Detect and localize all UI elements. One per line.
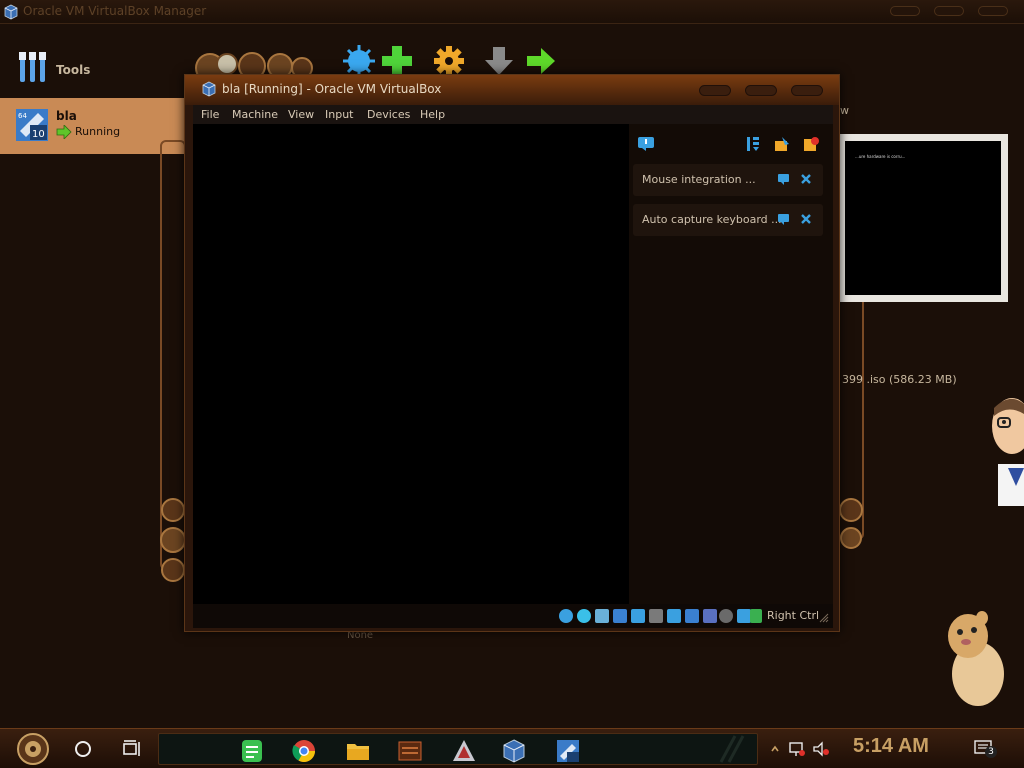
virtualization-icon[interactable] xyxy=(703,609,717,623)
menu-view[interactable]: View xyxy=(288,108,314,121)
cartoon-character-decoration xyxy=(992,398,1024,506)
help-icon[interactable] xyxy=(777,212,791,226)
keyboard-capture-icon[interactable] xyxy=(750,609,762,623)
new-star-icon[interactable] xyxy=(342,44,376,78)
tools-label: Tools xyxy=(56,63,91,77)
shared-folders-icon[interactable] xyxy=(649,609,663,623)
tray-chevron-icon[interactable] xyxy=(770,743,780,755)
chrome-icon[interactable] xyxy=(289,737,319,765)
keep-finished-icon[interactable] xyxy=(774,136,790,152)
vm-minimize-button[interactable] xyxy=(699,85,731,96)
tools-icon xyxy=(19,52,46,82)
clock[interactable]: 5:14 AM xyxy=(853,735,929,758)
mouse-integration-icon[interactable] xyxy=(737,609,751,623)
vm-maximize-button[interactable] xyxy=(745,85,777,96)
taskbar-ornament xyxy=(719,735,745,763)
file-explorer-icon[interactable] xyxy=(343,737,373,765)
app-shortcut-icon[interactable] xyxy=(395,737,425,765)
menu-input[interactable]: Input xyxy=(325,108,353,121)
search-circle-icon[interactable] xyxy=(72,738,94,760)
gear-decoration-right xyxy=(839,498,863,549)
vm-menubar: File Machine View Input Devices Help xyxy=(193,105,833,124)
notification-text: Mouse integration ... xyxy=(642,173,756,186)
vm-statusbar: Right Ctrl xyxy=(193,604,833,628)
start-button[interactable] xyxy=(12,732,54,766)
menu-machine[interactable]: Machine xyxy=(232,108,278,121)
notification-toolbar xyxy=(629,124,833,164)
volume-muted-icon[interactable] xyxy=(812,741,830,757)
sort-icon[interactable] xyxy=(745,136,761,152)
add-icon[interactable] xyxy=(380,44,414,78)
help-icon[interactable] xyxy=(777,172,791,186)
network-icon[interactable] xyxy=(613,609,627,623)
notification-mouse-integration: Mouse integration ... xyxy=(633,164,823,196)
cpu-icon[interactable] xyxy=(719,609,733,623)
manager-titlebar: Oracle VM VirtualBox Manager xyxy=(0,0,1024,24)
hamster-decoration xyxy=(948,611,1004,706)
recording-icon[interactable] xyxy=(685,609,699,623)
host-key-label[interactable]: Right Ctrl xyxy=(767,609,819,622)
preview-screen-text: ...ure hardware is corru... xyxy=(855,154,906,159)
optical-drive-icon[interactable] xyxy=(577,609,591,623)
audio-icon[interactable] xyxy=(595,609,609,623)
vm-close-button[interactable] xyxy=(791,85,823,96)
menu-help[interactable]: Help xyxy=(420,108,445,121)
svg-text:64: 64 xyxy=(18,112,27,120)
library-app-icon[interactable] xyxy=(449,737,479,765)
manager-toolbar xyxy=(340,44,570,78)
task-view-icon[interactable] xyxy=(120,738,142,760)
vm-display[interactable] xyxy=(193,124,629,604)
manager-minimize-button[interactable] xyxy=(890,6,920,16)
vm-list-item[interactable]: 64 10 bla Running xyxy=(0,98,184,154)
preview-screen: ...ure hardware is corru... xyxy=(845,141,1001,295)
virtualbox-taskbar-icon[interactable] xyxy=(499,737,529,765)
usb-icon[interactable] xyxy=(631,609,645,623)
taskbar-apps xyxy=(158,733,758,765)
close-icon[interactable] xyxy=(799,212,813,226)
settings-gear-icon[interactable] xyxy=(432,44,466,78)
preview-panel: ...ure hardware is corru... xyxy=(838,134,1008,302)
discard-down-arrow-icon[interactable] xyxy=(482,44,516,78)
running-arrow-icon xyxy=(56,125,72,139)
vm-bla-taskbar-icon[interactable] xyxy=(553,737,583,765)
menu-file[interactable]: File xyxy=(201,108,219,121)
menu-devices[interactable]: Devices xyxy=(367,108,410,121)
notification-auto-capture: Auto capture keyboard ... xyxy=(633,204,823,236)
display-icon[interactable] xyxy=(667,609,681,623)
notification-center: Mouse integration ... Auto capture keybo… xyxy=(629,124,833,604)
notification-center-icon[interactable] xyxy=(637,136,655,152)
taskbar: 5:14 AM 3 xyxy=(0,728,1024,768)
manager-title: Oracle VM VirtualBox Manager xyxy=(23,4,207,18)
virtualbox-icon xyxy=(202,81,216,97)
windows10-64-icon: 64 10 xyxy=(16,109,48,141)
manager-close-button[interactable] xyxy=(978,6,1008,16)
preview-title: w xyxy=(840,104,849,117)
svg-text:10: 10 xyxy=(32,129,45,140)
tools-item[interactable]: Tools xyxy=(0,48,184,92)
vm-state: Running xyxy=(75,125,121,138)
dismiss-all-icon[interactable] xyxy=(803,136,819,152)
notification-text: Auto capture keyboard ... xyxy=(642,213,782,226)
resize-grip-icon[interactable] xyxy=(819,613,829,623)
virtualbox-icon xyxy=(4,4,18,20)
notification-count-badge: 3 xyxy=(985,746,997,758)
vm-window-title: bla [Running] - Oracle VM VirtualBox xyxy=(222,82,442,96)
vm-titlebar[interactable]: bla [Running] - Oracle VM VirtualBox xyxy=(185,75,839,105)
vm-window: bla [Running] - Oracle VM VirtualBox Fil… xyxy=(184,74,840,632)
optical-drive-iso-text: 399 .iso (586.23 MB) xyxy=(842,373,957,386)
notes-app-icon[interactable] xyxy=(237,737,267,765)
network-icon[interactable] xyxy=(788,741,806,757)
hard-disk-icon[interactable] xyxy=(559,609,573,623)
start-arrow-icon[interactable] xyxy=(524,44,558,78)
close-icon[interactable] xyxy=(799,172,813,186)
manager-maximize-button[interactable] xyxy=(934,6,964,16)
vm-name: bla xyxy=(56,109,77,123)
